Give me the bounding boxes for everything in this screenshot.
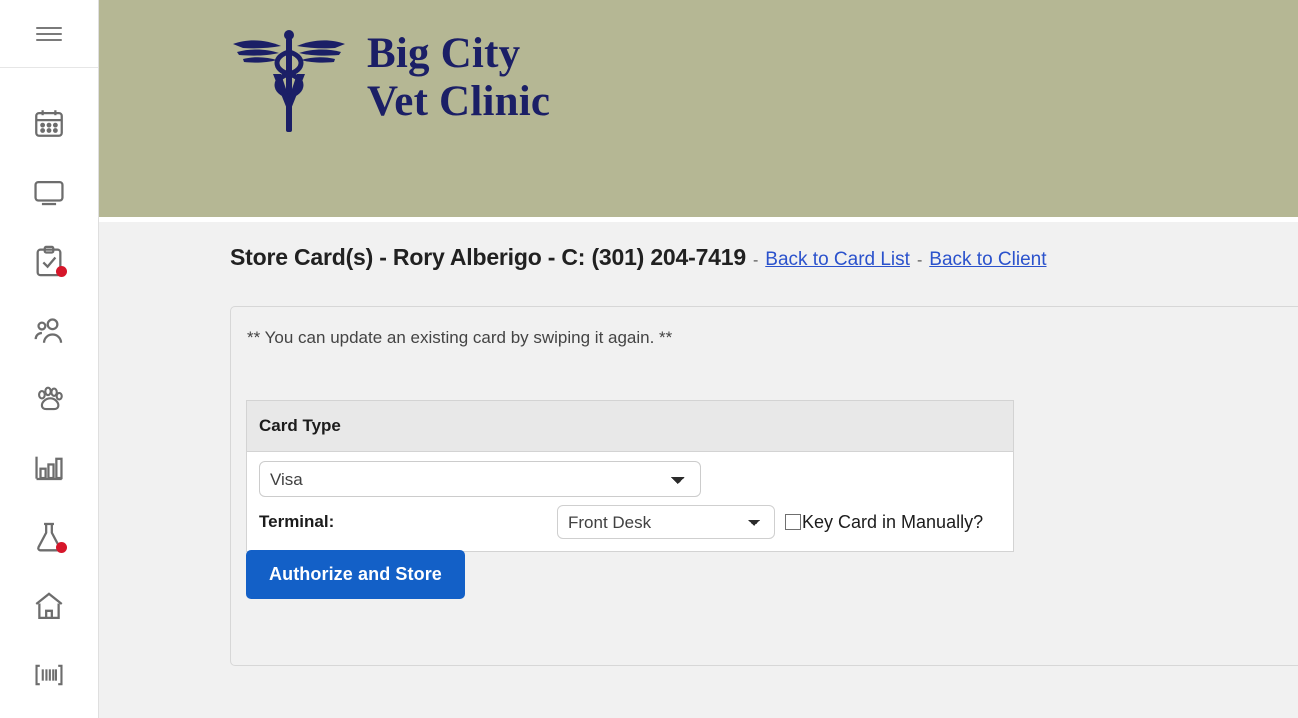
sidebar-item-calendar[interactable]	[0, 88, 98, 157]
store-card-panel: ** You can update an existing card by sw…	[230, 306, 1298, 666]
back-to-client-link[interactable]: Back to Client	[929, 249, 1046, 271]
page-title: Store Card(s) - Rory Alberigo - C: (301)…	[230, 244, 746, 270]
terminal-select[interactable]: Front Desk	[557, 505, 775, 539]
clinic-name-line1: Big City	[367, 29, 521, 77]
paw-icon	[38, 386, 63, 410]
sidebar-item-scanner[interactable]	[0, 640, 98, 709]
app-root: Big City Vet Clinic Store Card(s) - Rory…	[0, 0, 1298, 718]
key-card-manually-checkbox[interactable]	[785, 514, 801, 530]
title-separator-1: -	[752, 252, 759, 269]
clinic-name: Big City Vet Clinic	[367, 30, 550, 126]
notification-badge	[56, 265, 67, 277]
terminal-label: Terminal:	[259, 512, 335, 531]
card-type-table: Card Type Visa Terminal: Front Desk Key …	[246, 400, 1014, 552]
notification-badge	[56, 541, 67, 553]
sidebar-item-clients[interactable]	[0, 295, 98, 364]
clinic-logo: Big City Vet Clinic	[229, 18, 550, 138]
sidebar-menu-toggle[interactable]	[0, 0, 98, 68]
sidebar-item-monitor[interactable]	[0, 157, 98, 226]
card-type-select[interactable]: Visa	[259, 461, 701, 497]
hamburger-icon	[36, 26, 62, 41]
sidebar-nav-list	[0, 68, 98, 709]
clinic-banner: Big City Vet Clinic	[99, 0, 1298, 217]
back-to-card-list-link[interactable]: Back to Card List	[765, 249, 910, 271]
flask-icon	[32, 520, 67, 554]
people-icon	[34, 317, 63, 343]
authorize-and-store-button[interactable]: Authorize and Store	[246, 550, 465, 599]
bar-chart-icon	[35, 456, 63, 480]
sidebar-item-whiteboard[interactable]	[0, 226, 98, 295]
key-card-manually-label[interactable]: Key Card in Manually?	[801, 512, 983, 533]
monitor-icon	[32, 175, 66, 209]
terminal-row: Terminal: Front Desk Key Card in Manuall…	[247, 500, 1013, 551]
clinic-name-line2: Vet Clinic	[367, 78, 551, 125]
title-separator-2: -	[916, 252, 923, 269]
swipe-note: ** You can update an existing card by sw…	[247, 328, 673, 347]
sidebar	[0, 0, 99, 718]
clipboard-check-icon	[32, 244, 67, 278]
calendar-icon	[32, 106, 66, 140]
caduceus-vet-icon	[233, 30, 345, 132]
sidebar-item-lab[interactable]	[0, 502, 98, 571]
sidebar-item-reports[interactable]	[0, 433, 98, 502]
sidebar-item-home[interactable]	[0, 571, 98, 640]
sidebar-item-patients[interactable]	[0, 364, 98, 433]
barcode-icon	[35, 664, 63, 685]
home-icon	[35, 591, 63, 619]
card-type-table-header: Card Type	[247, 401, 1013, 452]
main-content: Store Card(s) - Rory Alberigo - C: (301)…	[99, 222, 1298, 718]
page-header-row: Store Card(s) - Rory Alberigo - C: (301)…	[99, 222, 1298, 271]
card-type-row: Visa	[247, 452, 1013, 500]
